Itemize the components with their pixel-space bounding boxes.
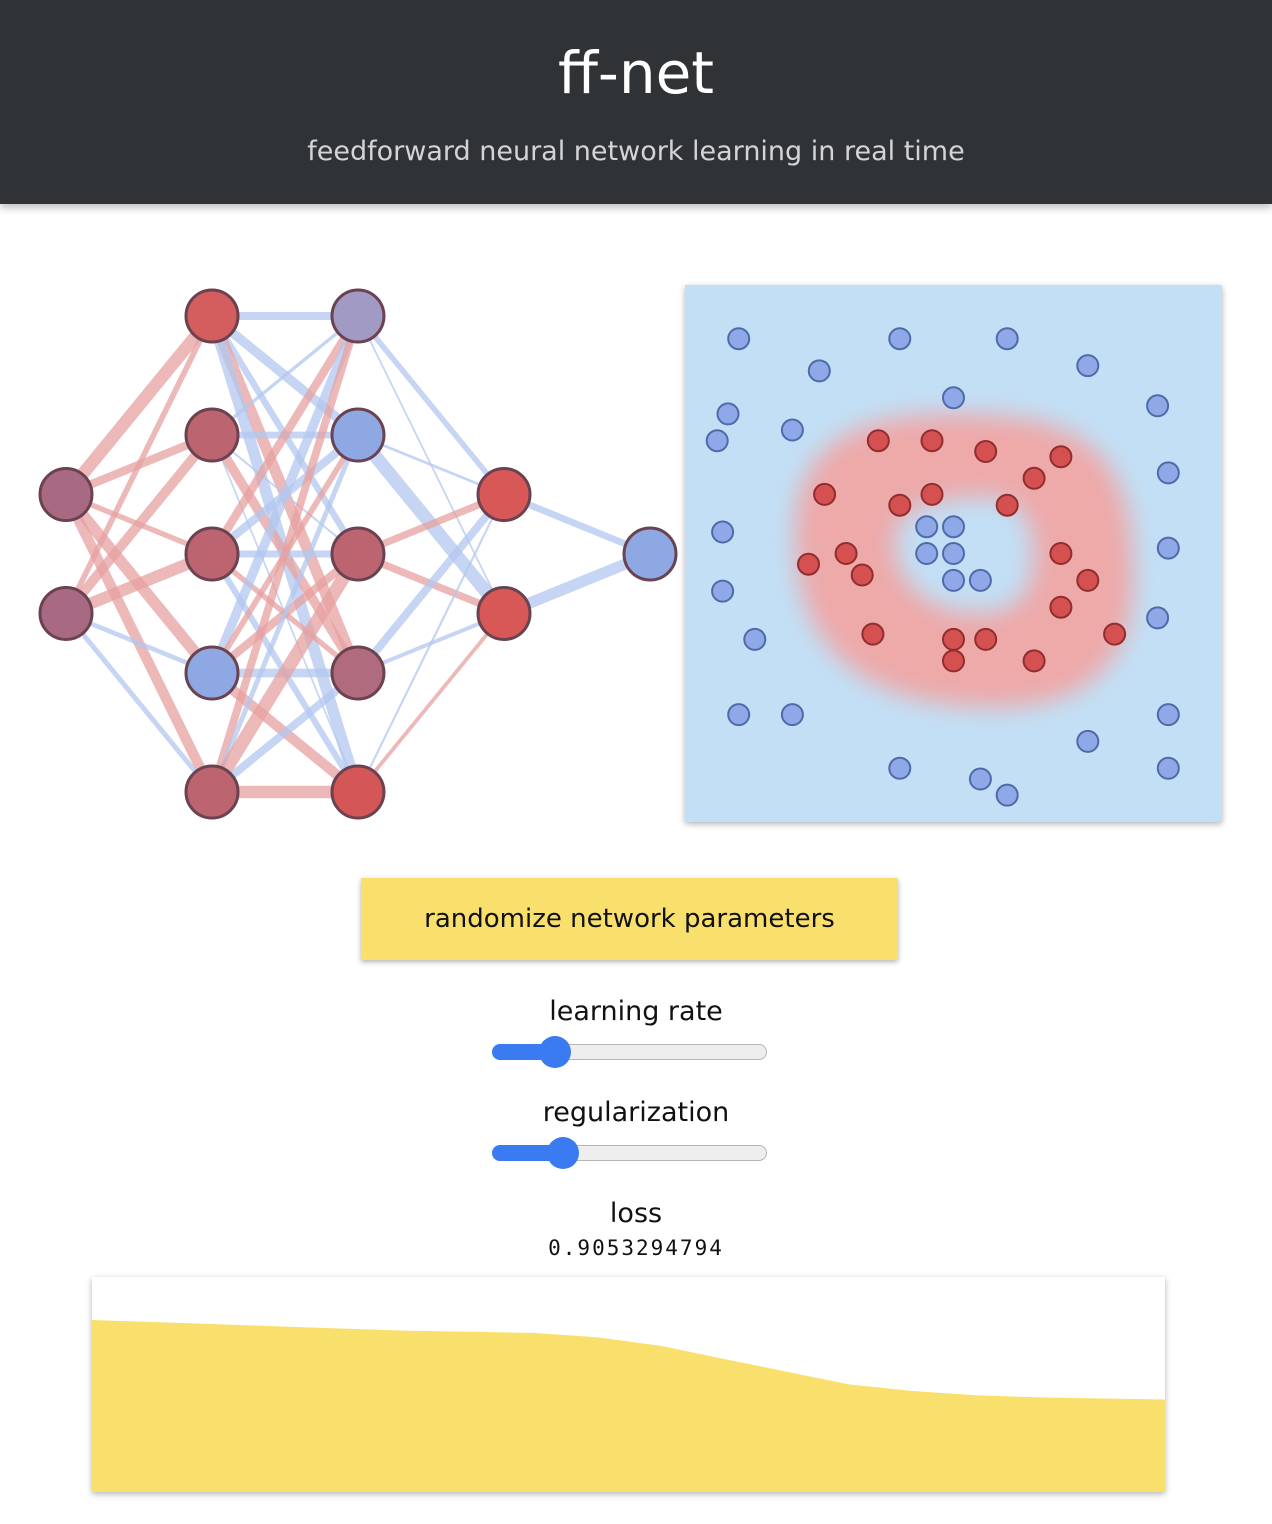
neuron-node [38,586,94,641]
blue-data-point [780,418,804,442]
red-data-point [995,493,1019,517]
learning-rate-slider[interactable] [491,1035,767,1069]
regularization-slider[interactable] [491,1136,767,1170]
neuron-node [476,586,532,641]
loss-chart [92,1277,1165,1492]
red-data-point [813,482,837,506]
blue-data-point [968,568,992,592]
blue-data-point [888,756,912,780]
blue-data-point [711,520,735,544]
blue-data-point [1156,536,1180,560]
red-data-point [974,627,998,651]
blue-data-point [807,359,831,383]
regularization-thumb[interactable] [547,1137,579,1169]
neuron-node [38,467,94,522]
learning-rate-label: learning rate [549,996,723,1027]
neuron-node [330,645,386,701]
red-data-point [888,493,912,517]
learning-rate-thumb[interactable] [539,1036,571,1068]
blue-data-point [727,327,751,351]
red-data-point [850,563,874,587]
loss-value: 0.9053294794 [548,1236,724,1260]
blue-data-point [727,703,751,727]
blue-data-point [1146,606,1170,630]
blue-data-point [1146,394,1170,418]
red-data-point [1022,466,1046,490]
neuron-node [476,467,532,522]
neuron-node [184,407,240,463]
red-data-point [1049,445,1073,469]
red-data-point [1103,622,1127,646]
red-data-point [861,622,885,646]
red-data-point [942,649,965,673]
red-data-point [942,627,965,651]
blue-data-point [1156,756,1180,780]
page-title: ff-net [557,39,715,107]
network-diagram [38,288,678,820]
neuron-node [184,645,240,701]
red-data-point [866,429,890,453]
red-data-point [1076,568,1100,592]
blue-data-point [1156,703,1180,727]
neuron-node [184,288,240,344]
red-data-point [1022,649,1046,673]
app-header: ff-net feedforward neural network learni… [0,0,1272,204]
red-data-point [1049,595,1073,619]
blue-data-point [942,386,965,410]
blue-data-point [968,767,992,791]
red-data-point [797,552,820,576]
blue-data-point [995,327,1019,351]
neuron-node [184,764,240,820]
red-data-point [920,429,944,453]
blue-data-point [915,542,939,565]
red-data-point [1049,542,1073,565]
blue-data-point [1076,354,1100,378]
red-data-point [974,440,998,463]
blue-data-point [705,429,729,453]
red-data-point [920,482,944,506]
blue-data-point [716,402,740,426]
neuron-node [330,764,386,820]
neuron-node [330,288,386,344]
blue-data-point [1076,729,1100,753]
randomize-network-button[interactable]: randomize network parameters [361,878,898,960]
blue-data-point [780,703,804,727]
neuron-node [184,526,240,582]
loss-label: loss [609,1198,663,1229]
neuron-node [622,526,678,582]
classification-plot [685,285,1222,822]
blue-data-point [888,327,912,351]
blue-data-point [711,579,735,603]
blue-data-point [942,542,965,565]
randomize-network-label: randomize network parameters [424,904,835,934]
blue-data-point [942,568,965,592]
blue-data-point [1156,461,1180,485]
blue-data-point [995,783,1019,807]
red-data-point [834,542,858,565]
neuron-node [330,526,386,582]
blue-data-point [915,515,939,539]
blue-data-point [942,515,965,539]
blue-data-point [743,627,767,651]
neuron-node [330,407,386,463]
regularization-label: regularization [542,1097,730,1128]
page-subtitle: feedforward neural network learning in r… [307,136,965,167]
